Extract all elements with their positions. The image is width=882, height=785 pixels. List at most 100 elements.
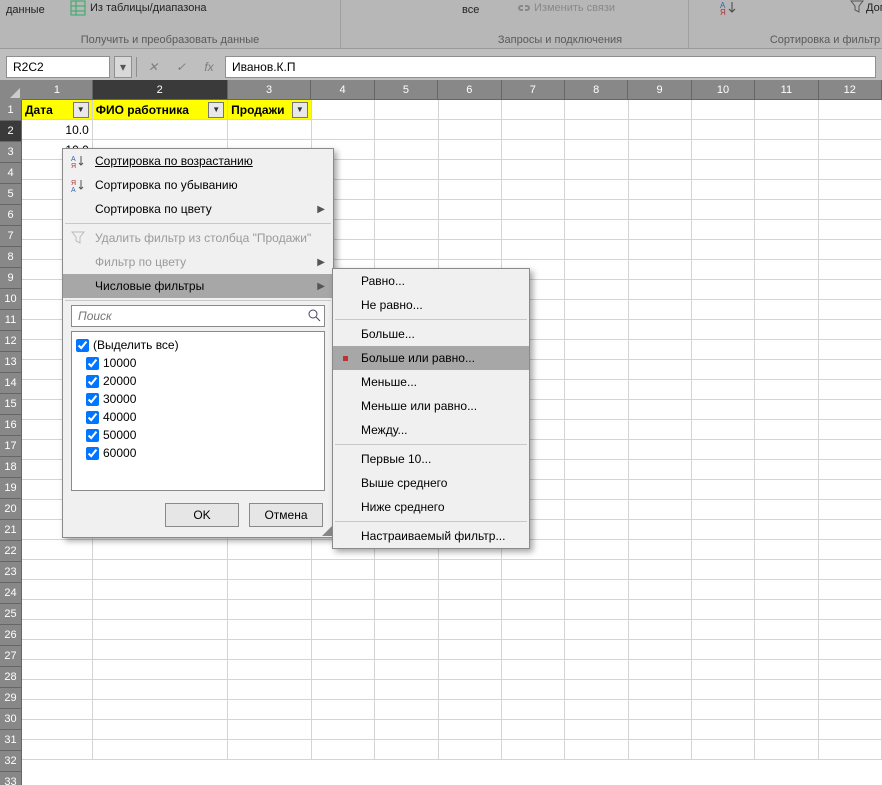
row-header[interactable]: 9 <box>0 268 22 289</box>
cell[interactable] <box>629 500 692 520</box>
cell[interactable] <box>819 100 882 120</box>
cell[interactable] <box>692 340 755 360</box>
cell[interactable] <box>755 440 818 460</box>
row-header[interactable]: 14 <box>0 373 22 394</box>
cell[interactable] <box>692 740 755 760</box>
cell[interactable] <box>439 220 502 240</box>
cell[interactable] <box>692 300 755 320</box>
cell[interactable] <box>629 720 692 740</box>
cell[interactable] <box>565 700 628 720</box>
row-header[interactable]: 8 <box>0 247 22 268</box>
cell[interactable] <box>565 740 628 760</box>
select-all-corner[interactable] <box>0 80 23 101</box>
filter-value-item[interactable]: 20000 <box>76 372 320 390</box>
cell[interactable] <box>819 200 882 220</box>
cell[interactable] <box>375 580 438 600</box>
cell[interactable] <box>755 120 818 140</box>
filter-below-avg[interactable]: Ниже среднего <box>333 495 529 519</box>
cell[interactable] <box>375 620 438 640</box>
ribbon-btn-from-table[interactable]: Из таблицы/диапазона <box>90 2 207 14</box>
cell[interactable] <box>565 660 628 680</box>
filter-less-equal[interactable]: Меньше или равно... <box>333 394 529 418</box>
row-header[interactable]: 29 <box>0 688 22 709</box>
filter-above-avg[interactable]: Выше среднего <box>333 471 529 495</box>
resize-handle[interactable] <box>322 526 332 536</box>
cell[interactable] <box>692 520 755 540</box>
ribbon-btn-data[interactable]: данные <box>6 4 45 16</box>
cell[interactable] <box>819 460 882 480</box>
cell[interactable] <box>565 100 628 120</box>
filter-dropdown-icon[interactable]: ▼ <box>208 102 224 118</box>
cell[interactable] <box>439 680 502 700</box>
cell[interactable] <box>629 240 692 260</box>
col-header[interactable]: 6 <box>438 80 501 100</box>
cell[interactable] <box>755 380 818 400</box>
cell[interactable] <box>629 360 692 380</box>
cell[interactable] <box>502 640 565 660</box>
cell[interactable] <box>502 660 565 680</box>
cancel-icon[interactable]: ✕ <box>141 57 165 77</box>
cell[interactable] <box>565 220 628 240</box>
cell[interactable] <box>629 740 692 760</box>
col-header[interactable]: 12 <box>819 80 882 100</box>
cell[interactable] <box>502 240 565 260</box>
cell[interactable] <box>755 540 818 560</box>
cell[interactable] <box>819 420 882 440</box>
cell[interactable] <box>93 700 228 720</box>
cell[interactable] <box>819 440 882 460</box>
cell[interactable] <box>439 580 502 600</box>
cell[interactable] <box>629 580 692 600</box>
filter-value-item[interactable]: 60000 <box>76 444 320 462</box>
cell[interactable] <box>755 400 818 420</box>
cell[interactable] <box>502 600 565 620</box>
cell[interactable] <box>565 440 628 460</box>
cell[interactable]: ФИО работника▼ <box>93 100 228 120</box>
cell[interactable] <box>93 560 228 580</box>
cell[interactable] <box>228 540 312 560</box>
cell[interactable] <box>755 200 818 220</box>
cell[interactable] <box>439 100 502 120</box>
cell[interactable] <box>819 740 882 760</box>
cell[interactable] <box>819 660 882 680</box>
cell[interactable] <box>692 380 755 400</box>
cell[interactable] <box>312 700 375 720</box>
cell[interactable] <box>755 580 818 600</box>
row-header[interactable]: 12 <box>0 331 22 352</box>
cell[interactable] <box>22 680 93 700</box>
col-header[interactable]: 4 <box>311 80 374 100</box>
cell[interactable] <box>502 100 565 120</box>
cell[interactable] <box>502 160 565 180</box>
filter-between[interactable]: Между... <box>333 418 529 442</box>
cell[interactable] <box>755 700 818 720</box>
cell[interactable] <box>228 740 312 760</box>
cell[interactable] <box>819 560 882 580</box>
cell[interactable] <box>502 120 565 140</box>
cell[interactable] <box>629 260 692 280</box>
cell[interactable] <box>819 260 882 280</box>
row-header[interactable]: 6 <box>0 205 22 226</box>
filter-greater[interactable]: Больше... <box>333 322 529 346</box>
cell[interactable] <box>755 280 818 300</box>
col-header[interactable]: 1 <box>22 80 93 100</box>
filter-values-list[interactable]: (Выделить все) 1000020000300004000050000… <box>71 331 325 491</box>
cell[interactable] <box>22 700 93 720</box>
cell[interactable] <box>22 620 93 640</box>
cell[interactable]: Продажи▼ <box>228 100 312 120</box>
cell[interactable] <box>755 420 818 440</box>
cell[interactable] <box>565 140 628 160</box>
cell[interactable] <box>819 500 882 520</box>
cell[interactable] <box>375 180 438 200</box>
row-header[interactable]: 5 <box>0 184 22 205</box>
row-header[interactable]: 25 <box>0 604 22 625</box>
cell[interactable] <box>312 620 375 640</box>
filter-value-item[interactable]: 40000 <box>76 408 320 426</box>
cell[interactable] <box>439 620 502 640</box>
filter-equals[interactable]: Равно... <box>333 269 529 293</box>
cell[interactable] <box>692 600 755 620</box>
cell[interactable] <box>819 380 882 400</box>
sort-ascending[interactable]: АЯ Сортировка по возрастанию <box>63 149 333 173</box>
cell[interactable] <box>93 540 228 560</box>
cell[interactable] <box>692 500 755 520</box>
cell[interactable] <box>439 700 502 720</box>
cell[interactable] <box>312 580 375 600</box>
